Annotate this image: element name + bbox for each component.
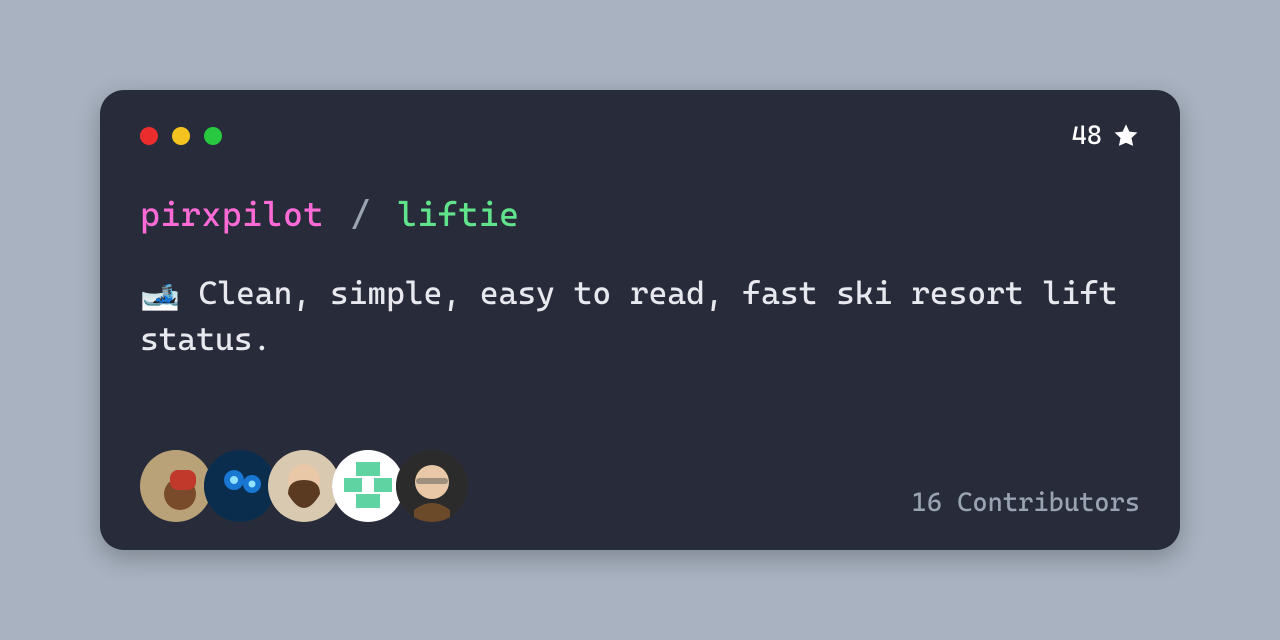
repo-owner[interactable]: pirxpilot [140,194,324,234]
repo-description: 🎿 Clean, simple, easy to read, fast ski … [140,270,1120,363]
contributor-avatars [140,450,468,522]
avatar[interactable] [332,450,404,522]
card-footer: 16 Contributors [140,450,1140,522]
repo-separator: / [350,194,370,234]
repo-card: 48 pirxpilot / liftie 🎿 Clean, simple, e… [100,90,1180,550]
close-icon[interactable] [140,127,158,145]
contributors-label[interactable]: 16 Contributors [911,488,1140,522]
star-icon [1112,122,1140,150]
zoom-icon[interactable] [204,127,222,145]
traffic-lights [140,127,222,145]
minimize-icon[interactable] [172,127,190,145]
avatar[interactable] [396,450,468,522]
window-topbar: 48 [140,122,1140,150]
avatar[interactable] [140,450,212,522]
repo-title: pirxpilot / liftie [140,194,1140,234]
repo-name[interactable]: liftie [397,194,520,234]
star-count-value: 48 [1072,121,1102,151]
avatar[interactable] [268,450,340,522]
star-count[interactable]: 48 [1072,121,1140,151]
avatar[interactable] [204,450,276,522]
